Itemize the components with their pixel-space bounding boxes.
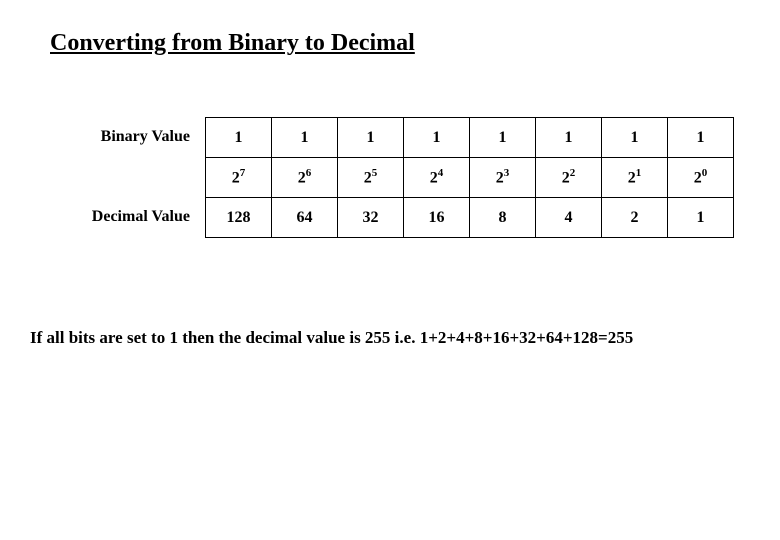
decimal-row-label: Decimal Value	[70, 197, 205, 237]
decimal-cell: 128	[206, 198, 272, 238]
power-cell: 20	[668, 158, 734, 198]
decimal-cell: 16	[404, 198, 470, 238]
power-cell: 25	[338, 158, 404, 198]
row-labels: Binary Value Decimal Value	[70, 117, 205, 238]
decimal-cell: 2	[602, 198, 668, 238]
decimal-cell: 32	[338, 198, 404, 238]
explanation-note: If all bits are set to 1 then the decima…	[30, 328, 740, 348]
table-row: 27 26 25 24 23 22 21 20	[206, 158, 734, 198]
decimal-cell: 8	[470, 198, 536, 238]
binary-cell: 1	[536, 118, 602, 158]
decimal-cell: 1	[668, 198, 734, 238]
power-row-label	[70, 157, 205, 197]
binary-cell: 1	[272, 118, 338, 158]
binary-cell: 1	[470, 118, 536, 158]
decimal-cell: 4	[536, 198, 602, 238]
page-title: Converting from Binary to Decimal	[50, 30, 740, 57]
table-row: 128 64 32 16 8 4 2 1	[206, 198, 734, 238]
binary-cell: 1	[206, 118, 272, 158]
binary-row-label: Binary Value	[70, 117, 205, 157]
power-cell: 22	[536, 158, 602, 198]
power-cell: 21	[602, 158, 668, 198]
power-cell: 23	[470, 158, 536, 198]
binary-cell: 1	[668, 118, 734, 158]
power-cell: 24	[404, 158, 470, 198]
decimal-cell: 64	[272, 198, 338, 238]
table-row: 1 1 1 1 1 1 1 1	[206, 118, 734, 158]
conversion-table: 1 1 1 1 1 1 1 1 27 26 25 24 23 22 21 20 …	[205, 117, 734, 238]
binary-cell: 1	[404, 118, 470, 158]
power-cell: 26	[272, 158, 338, 198]
binary-cell: 1	[602, 118, 668, 158]
binary-cell: 1	[338, 118, 404, 158]
power-cell: 27	[206, 158, 272, 198]
conversion-table-wrapper: Binary Value Decimal Value 1 1 1 1 1 1 1…	[70, 117, 740, 238]
